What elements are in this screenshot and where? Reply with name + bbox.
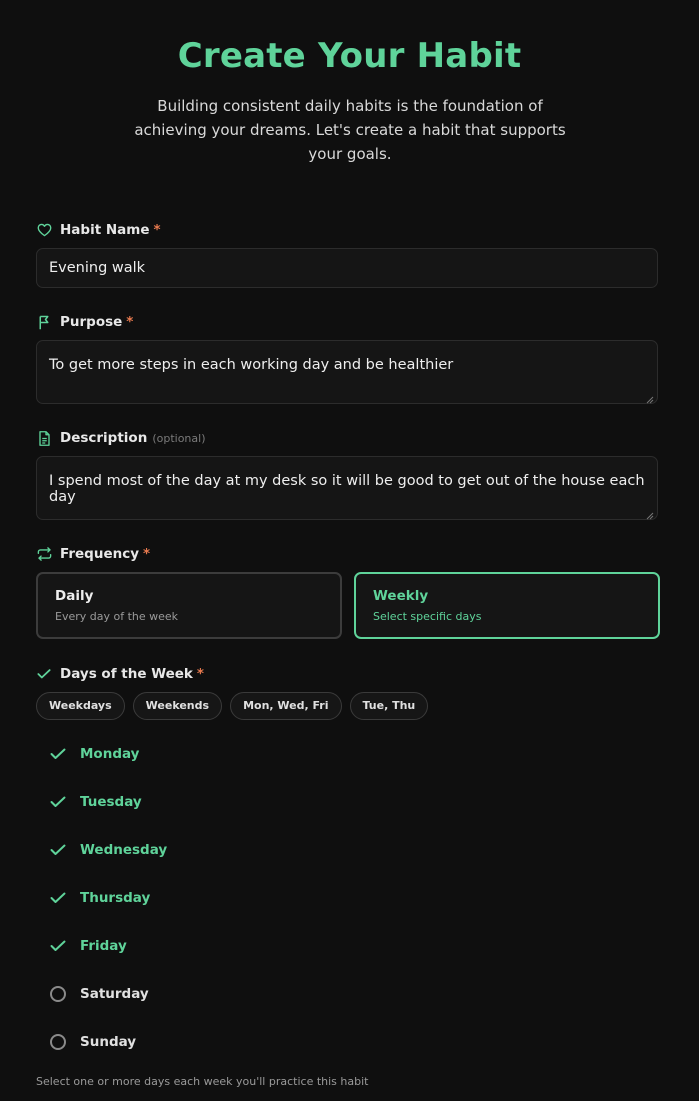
days-label-text: Days of the Week xyxy=(60,666,193,682)
days-helper-text: Select one or more days each week you'll… xyxy=(36,1075,369,1088)
day-option-thursday[interactable]: Thursday xyxy=(48,888,150,908)
day-option-monday[interactable]: Monday xyxy=(48,744,139,764)
preset-chip-tue-thu[interactable]: Tue, Thu xyxy=(349,692,429,720)
purpose-textarea-value: To get more steps in each working day an… xyxy=(49,357,454,373)
day-option-label: Tuesday xyxy=(80,794,142,810)
required-mark: * xyxy=(196,666,204,682)
habit-name-input[interactable]: Evening walk xyxy=(36,248,658,288)
purpose-label: Purpose * xyxy=(36,312,133,332)
day-option-tuesday[interactable]: Tuesday xyxy=(48,792,142,812)
preset-chip-weekends[interactable]: Weekends xyxy=(132,692,223,720)
description-label-text: Description xyxy=(60,430,148,446)
flag-icon xyxy=(36,314,52,330)
document-icon xyxy=(36,430,52,446)
optional-note: (optional) xyxy=(152,431,206,445)
check-icon xyxy=(48,840,68,860)
day-option-label: Sunday xyxy=(80,1034,137,1050)
required-mark: * xyxy=(153,222,161,238)
repeat-icon xyxy=(36,546,52,562)
frequency-option-title: Daily xyxy=(55,588,94,604)
page-title: Create Your Habit xyxy=(177,36,522,76)
page-subtitle: Building consistent daily habits is the … xyxy=(134,97,566,163)
day-option-label: Wednesday xyxy=(80,842,168,858)
purpose-label-text: Purpose xyxy=(60,314,123,330)
required-mark: * xyxy=(143,546,151,562)
day-option-wednesday[interactable]: Wednesday xyxy=(48,840,167,860)
frequency-option-title: Weekly xyxy=(373,588,429,604)
preset-chip-mon-wed-fri[interactable]: Mon, Wed, Fri xyxy=(230,692,342,720)
radio-circle-icon xyxy=(48,1032,68,1052)
check-icon xyxy=(48,888,68,908)
frequency-label: Frequency * xyxy=(36,544,150,564)
resize-handle-icon[interactable] xyxy=(646,392,654,404)
preset-chip-weekdays[interactable]: Weekdays xyxy=(36,692,125,720)
habit-name-label-text: Habit Name xyxy=(60,222,150,238)
frequency-option-subtitle: Select specific days xyxy=(373,610,482,623)
day-option-label: Saturday xyxy=(80,986,149,1002)
required-mark: * xyxy=(126,314,134,330)
purpose-textarea[interactable]: To get more steps in each working day an… xyxy=(36,340,658,404)
day-option-label: Thursday xyxy=(80,890,151,906)
frequency-option-subtitle: Every day of the week xyxy=(55,610,179,623)
habit-name-label: Habit Name * xyxy=(36,220,161,240)
day-option-sunday[interactable]: Sunday xyxy=(48,1032,136,1052)
check-icon xyxy=(48,744,68,764)
days-label: Days of the Week * xyxy=(36,664,204,684)
day-option-label: Monday xyxy=(80,746,140,762)
day-option-saturday[interactable]: Saturday xyxy=(48,984,149,1004)
resize-handle-icon[interactable] xyxy=(646,508,654,520)
check-icon xyxy=(48,936,68,956)
day-option-friday[interactable]: Friday xyxy=(48,936,127,956)
frequency-option-daily[interactable]: Daily Every day of the week xyxy=(36,572,342,639)
description-label: Description (optional) xyxy=(36,428,206,448)
description-textarea[interactable]: I spend most of the day at my desk so it… xyxy=(36,456,658,520)
radio-circle-icon xyxy=(48,984,68,1004)
day-option-label: Friday xyxy=(80,938,127,954)
frequency-option-weekly[interactable]: Weekly Select specific days xyxy=(354,572,660,639)
frequency-label-text: Frequency xyxy=(60,546,140,562)
create-habit-page: Create Your Habit Building consistent da… xyxy=(0,0,699,1101)
heart-icon xyxy=(36,222,52,238)
check-icon xyxy=(36,666,52,682)
check-icon xyxy=(48,792,68,812)
day-preset-chips: Weekdays Weekends Mon, Wed, Fri Tue, Thu xyxy=(36,692,429,720)
description-textarea-value: I spend most of the day at my desk so it… xyxy=(49,473,645,505)
